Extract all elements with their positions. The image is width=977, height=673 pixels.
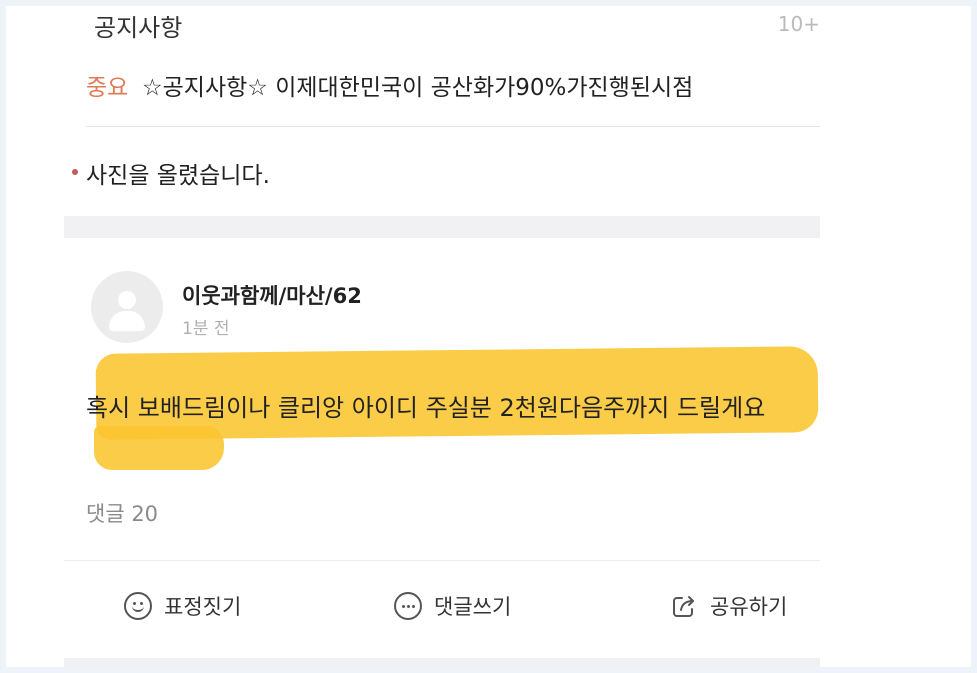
bullet-dot	[72, 169, 78, 175]
speech-bubble-icon	[394, 592, 422, 620]
content-column: 공지사항 10+ 중요 ☆공지사항☆ 이제대한민국이 공산화가90%가진행된시점…	[64, 6, 820, 667]
notice-title: 공지사항	[94, 14, 183, 42]
share-icon	[673, 596, 694, 617]
important-badge: 중요	[86, 75, 129, 101]
post-card: 이웃과함께/마산/62 1분 전 혹시 보배드림이나 클리앙 아이디 주실분 2…	[64, 238, 820, 667]
divider	[64, 560, 820, 561]
react-label: 표정짓기	[164, 595, 242, 619]
section-separator	[64, 658, 820, 667]
react-button[interactable]: 표정짓기	[124, 584, 241, 628]
announcement-row[interactable]: 사진을 올렸습니다.	[64, 156, 820, 196]
write-comment-label: 댓글쓰기	[434, 595, 512, 619]
notice-item[interactable]: 중요 ☆공지사항☆ 이제대한민국이 공산화가90%가진행된시점	[64, 68, 820, 108]
announcement-text[interactable]: 사진을 올렸습니다.	[86, 156, 270, 190]
divider	[86, 126, 820, 127]
notice-header: 공지사항 10+	[64, 6, 820, 50]
post-author[interactable]: 이웃과함께/마산/62	[182, 280, 362, 310]
share-label: 공유하기	[710, 595, 788, 619]
post-time: 1분 전	[182, 319, 230, 339]
notice-item-text[interactable]: ☆공지사항☆ 이제대한민국이 공산화가90%가진행된시점	[142, 68, 693, 102]
write-comment-button[interactable]: 댓글쓰기	[394, 584, 511, 628]
notice-count[interactable]: 10+	[778, 12, 820, 36]
post-body: 혹시 보배드림이나 클리앙 아이디 주실분 2천원다음주까지 드릴게요	[86, 394, 766, 422]
screenshot-frame: 공지사항 10+ 중요 ☆공지사항☆ 이제대한민국이 공산화가90%가진행된시점…	[6, 6, 971, 667]
comment-count[interactable]: 댓글 20	[86, 498, 158, 528]
default-user-icon[interactable]	[91, 271, 163, 343]
section-separator	[64, 216, 820, 238]
post-actions: 표정짓기 댓글쓰기 공유하기	[64, 584, 820, 628]
smiley-icon	[124, 592, 152, 620]
highlighter-mark	[94, 426, 224, 470]
share-button[interactable]: 공유하기	[670, 584, 787, 628]
